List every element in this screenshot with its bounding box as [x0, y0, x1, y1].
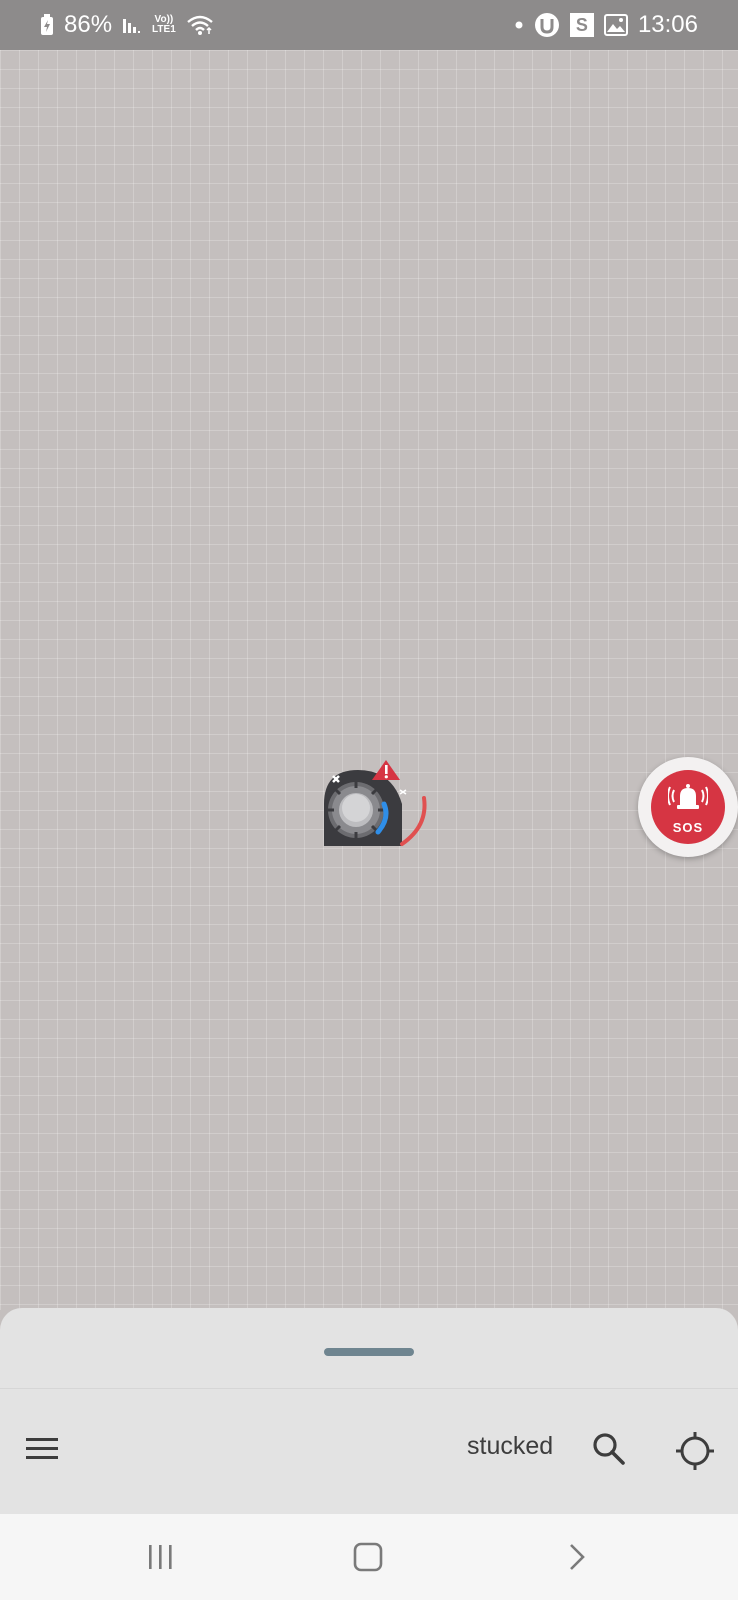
recent-apps-icon: [149, 1545, 172, 1569]
home-button[interactable]: [353, 1542, 383, 1577]
status-bar: 86% Vo)) LTE1 S 13:06: [0, 0, 738, 50]
wifi-icon: [186, 14, 214, 36]
menu-button[interactable]: [24, 1434, 62, 1464]
map-canvas[interactable]: SOS: [0, 50, 738, 1310]
notification-dot-icon: [514, 20, 524, 30]
hamburger-icon: [24, 1438, 62, 1468]
sheet-divider: [0, 1388, 738, 1389]
bell-icon: [667, 780, 709, 819]
sheet-drag-handle[interactable]: [324, 1348, 414, 1356]
chevron-right-icon: [570, 1544, 585, 1570]
sos-label: SOS: [672, 819, 704, 835]
volte-lte-icon: Vo)) LTE1: [152, 15, 176, 35]
gallery-icon: [603, 14, 628, 36]
crosshair-icon: [674, 1432, 716, 1476]
back-button[interactable]: [562, 1542, 592, 1577]
system-nav-bar: [0, 1514, 738, 1600]
search-icon: [590, 1433, 628, 1472]
status-bar-right: S 13:06: [514, 11, 698, 39]
clock: 13:06: [637, 11, 698, 38]
robot-marker[interactable]: [318, 760, 438, 860]
battery-charging-icon: [40, 14, 54, 36]
robot-status-text: stucked: [467, 1432, 554, 1460]
bottom-sheet[interactable]: stucked: [0, 1308, 738, 1514]
home-icon: [353, 1542, 383, 1572]
locate-button[interactable]: [674, 1430, 716, 1472]
lte-label: LTE1: [152, 24, 176, 35]
app-u-icon: [534, 12, 560, 38]
app-s-icon: S: [569, 13, 594, 37]
sos-button[interactable]: SOS: [638, 757, 738, 857]
recent-apps-button[interactable]: [146, 1542, 176, 1577]
status-bar-left: 86% Vo)) LTE1: [40, 11, 214, 39]
bottom-toolbar: stucked: [0, 1390, 738, 1514]
sos-button-inner: SOS: [651, 770, 725, 844]
signal-icon: [122, 15, 142, 35]
search-button[interactable]: [590, 1430, 628, 1468]
battery-percent: 86%: [64, 11, 113, 38]
